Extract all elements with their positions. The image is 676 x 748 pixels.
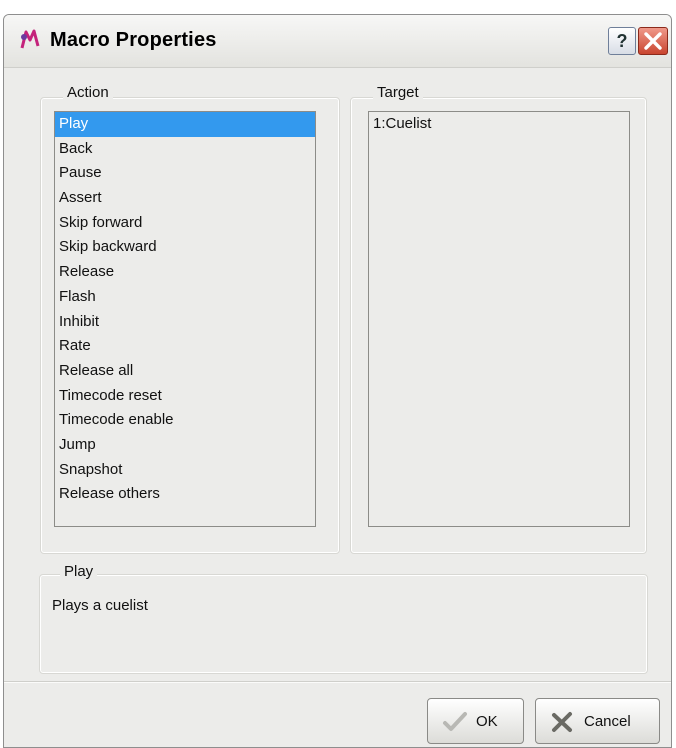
action-list-item[interactable]: Skip backward [55, 235, 315, 260]
ok-button[interactable]: OK [427, 698, 524, 744]
target-legend: Target [373, 84, 423, 101]
macro-icon [20, 29, 40, 49]
action-list-item[interactable]: Assert [55, 186, 315, 211]
action-list-item[interactable]: Release others [55, 482, 315, 507]
x-icon [552, 712, 572, 732]
action-legend: Action [63, 84, 113, 101]
macro-properties-dialog: Macro Properties ? Action Play Back Pause A… [3, 14, 672, 748]
action-list-item[interactable]: Jump [55, 433, 315, 458]
action-list-item[interactable]: Inhibit [55, 310, 315, 335]
action-list-item[interactable]: Flash [55, 285, 315, 310]
close-button[interactable] [638, 27, 668, 55]
cancel-button[interactable]: Cancel [535, 698, 660, 744]
description-group [39, 574, 648, 674]
cancel-label: Cancel [584, 713, 631, 730]
action-list-item[interactable]: Pause [55, 161, 315, 186]
action-list-item[interactable]: Play [55, 112, 315, 137]
description-legend: Play [60, 563, 98, 580]
action-list-item[interactable]: Release all [55, 359, 315, 384]
action-list-item[interactable]: Back [55, 137, 315, 162]
separator [4, 681, 671, 683]
action-list-item[interactable]: Skip forward [55, 211, 315, 236]
help-button[interactable]: ? [608, 27, 636, 55]
target-list[interactable]: 1:Cuelist [368, 111, 630, 527]
action-list-item[interactable]: Release [55, 260, 315, 285]
ok-label: OK [476, 713, 498, 730]
action-list-item[interactable]: Timecode enable [55, 408, 315, 433]
title-bar[interactable]: Macro Properties ? [4, 15, 671, 68]
action-list[interactable]: Play Back Pause Assert Skip forward Skip back… [54, 111, 316, 527]
action-description: Plays a cuelist [52, 597, 148, 614]
close-icon [644, 32, 662, 50]
window-title: Macro Properties [50, 29, 217, 51]
action-list-item[interactable]: Timecode reset [55, 384, 315, 409]
action-list-item[interactable]: Snapshot [55, 458, 315, 483]
target-list-item[interactable]: 1:Cuelist [369, 112, 629, 137]
action-list-item[interactable]: Rate [55, 334, 315, 359]
check-icon [443, 712, 467, 731]
